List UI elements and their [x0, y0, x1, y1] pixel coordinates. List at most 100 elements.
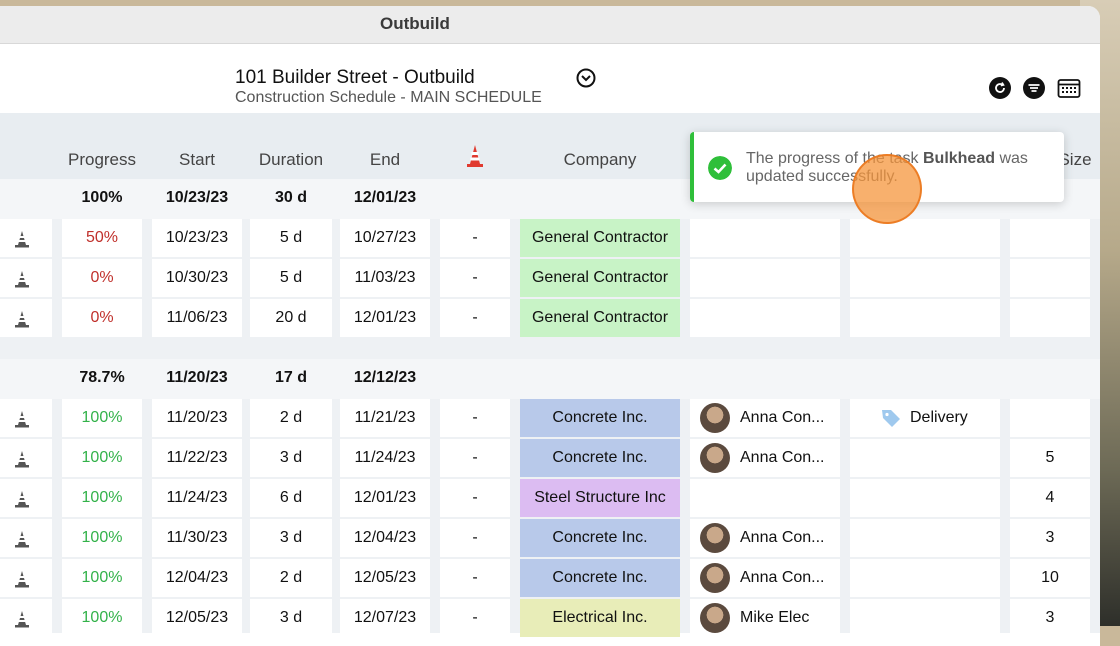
end-date-cell[interactable]: 11/03/23 — [340, 259, 430, 297]
constraint-cone-icon[interactable] — [12, 489, 32, 509]
row-constraint-cell[interactable] — [0, 259, 52, 297]
progress-cell[interactable]: 0% — [62, 259, 142, 297]
start-date-cell[interactable]: 11/30/23 — [152, 519, 242, 557]
end-date-cell[interactable]: 12/07/23 — [340, 599, 430, 637]
column-header-end[interactable]: End — [340, 150, 430, 170]
duration-cell[interactable]: 3 d — [250, 599, 332, 637]
responsible-cell[interactable] — [690, 479, 840, 517]
size-cell[interactable]: 3 — [1010, 599, 1090, 637]
company-cell[interactable]: Steel Structure Inc — [520, 479, 680, 517]
responsible-cell[interactable]: Anna Con... — [690, 399, 840, 437]
table-row[interactable]: 100% 11/30/23 3 d 12/04/23- Concrete Inc. Ann… — [0, 519, 1100, 559]
size-cell[interactable] — [1010, 399, 1090, 437]
duration-cell[interactable]: 20 d — [250, 299, 332, 337]
end-date-cell[interactable]: 12/05/23 — [340, 559, 430, 597]
responsible-cell[interactable]: Anna Con... — [690, 559, 840, 597]
size-cell[interactable] — [1010, 299, 1090, 337]
constraint-cone-icon[interactable] — [12, 269, 32, 289]
filter-icon[interactable] — [1023, 77, 1045, 99]
end-date-cell[interactable]: 11/24/23 — [340, 439, 430, 477]
table-row[interactable]: 0% 10/30/23 5 d 11/03/23- General Contractor — [0, 259, 1100, 299]
company-cell[interactable]: General Contractor — [520, 259, 680, 297]
size-cell[interactable] — [1010, 259, 1090, 297]
start-date-cell[interactable]: 10/23/23 — [152, 219, 242, 257]
row-constraint-cell[interactable] — [0, 299, 52, 337]
size-cell[interactable] — [1010, 219, 1090, 257]
progress-cell[interactable]: 0% — [62, 299, 142, 337]
responsible-cell[interactable] — [690, 299, 840, 337]
end-date-cell[interactable]: 11/21/23 — [340, 399, 430, 437]
start-date-cell[interactable]: 11/20/23 — [152, 399, 242, 437]
company-cell[interactable]: General Contractor — [520, 299, 680, 337]
size-cell[interactable]: 3 — [1010, 519, 1090, 557]
constraint-cell[interactable]: - — [440, 219, 510, 257]
company-cell[interactable]: Concrete Inc. — [520, 519, 680, 557]
row-constraint-cell[interactable] — [0, 559, 52, 597]
progress-cell[interactable]: 100% — [62, 599, 142, 637]
end-date-cell[interactable]: 12/01/23 — [340, 479, 430, 517]
size-cell[interactable]: 4 — [1010, 479, 1090, 517]
tag-cell[interactable] — [850, 599, 1000, 637]
tag-cell[interactable] — [850, 559, 1000, 597]
chevron-down-icon[interactable] — [576, 68, 596, 88]
constraint-cell[interactable]: - — [440, 479, 510, 517]
progress-cell[interactable]: 100% — [62, 519, 142, 557]
constraint-cell[interactable]: - — [440, 519, 510, 557]
tag-cell[interactable]: Delivery — [850, 399, 1000, 437]
table-row[interactable]: 50% 10/23/23 5 d 10/27/23- General Contracto… — [0, 219, 1100, 259]
table-row[interactable]: 100% 11/22/23 3 d 11/24/23- Concrete Inc. Ann… — [0, 439, 1100, 479]
company-cell[interactable]: Concrete Inc. — [520, 399, 680, 437]
end-date-cell[interactable]: 10/27/23 — [340, 219, 430, 257]
duration-cell[interactable]: 5 d — [250, 219, 332, 257]
table-row[interactable]: 100% 11/20/23 2 d 11/21/23- Concrete Inc. Ann… — [0, 399, 1100, 439]
column-header-progress[interactable]: Progress — [62, 150, 142, 170]
constraint-cone-icon[interactable] — [12, 609, 32, 629]
company-cell[interactable]: Electrical Inc. — [520, 599, 680, 637]
tag-cell[interactable] — [850, 219, 1000, 257]
constraint-cell[interactable]: - — [440, 559, 510, 597]
tag-cell[interactable] — [850, 299, 1000, 337]
duration-cell[interactable]: 5 d — [250, 259, 332, 297]
constraint-cell[interactable]: - — [440, 439, 510, 477]
duration-cell[interactable]: 3 d — [250, 519, 332, 557]
constraint-cell[interactable]: - — [440, 599, 510, 637]
constraint-cone-icon[interactable] — [12, 529, 32, 549]
start-date-cell[interactable]: 11/24/23 — [152, 479, 242, 517]
constraint-cell[interactable]: - — [440, 299, 510, 337]
size-cell[interactable]: 5 — [1010, 439, 1090, 477]
table-row[interactable]: 100% 11/24/23 6 d 12/01/23- Steel Structure … — [0, 479, 1100, 519]
progress-cell[interactable]: 100% — [62, 559, 142, 597]
tag-cell[interactable] — [850, 259, 1000, 297]
tag-cell[interactable] — [850, 519, 1000, 557]
responsible-cell[interactable] — [690, 219, 840, 257]
responsible-cell[interactable]: Anna Con... — [690, 439, 840, 477]
start-date-cell[interactable]: 11/06/23 — [152, 299, 242, 337]
row-constraint-cell[interactable] — [0, 399, 52, 437]
progress-cell[interactable]: 100% — [62, 479, 142, 517]
row-constraint-cell[interactable] — [0, 599, 52, 637]
responsible-cell[interactable]: Anna Con... — [690, 519, 840, 557]
company-cell[interactable]: Concrete Inc. — [520, 439, 680, 477]
refresh-icon[interactable] — [989, 77, 1011, 99]
constraint-cone-icon[interactable] — [464, 144, 486, 168]
start-date-cell[interactable]: 11/22/23 — [152, 439, 242, 477]
end-date-cell[interactable]: 12/04/23 — [340, 519, 430, 557]
responsible-cell[interactable]: Mike Elec — [690, 599, 840, 637]
constraint-cone-icon[interactable] — [12, 229, 32, 249]
constraint-cone-icon[interactable] — [12, 409, 32, 429]
column-header-start[interactable]: Start — [152, 150, 242, 170]
company-cell[interactable]: Concrete Inc. — [520, 559, 680, 597]
row-constraint-cell[interactable] — [0, 519, 52, 557]
table-row[interactable]: 0% 11/06/23 20 d 12/01/23- General Contracto… — [0, 299, 1100, 339]
constraint-cell[interactable]: - — [440, 259, 510, 297]
end-date-cell[interactable]: 12/01/23 — [340, 299, 430, 337]
duration-cell[interactable]: 2 d — [250, 559, 332, 597]
progress-cell[interactable]: 100% — [62, 439, 142, 477]
size-cell[interactable]: 10 — [1010, 559, 1090, 597]
start-date-cell[interactable]: 12/04/23 — [152, 559, 242, 597]
group-row[interactable]: 78.7% 11/20/23 17 d 12/12/23 — [0, 359, 1100, 399]
progress-cell[interactable]: 100% — [62, 399, 142, 437]
column-header-duration[interactable]: Duration — [250, 150, 332, 170]
constraint-cone-icon[interactable] — [12, 449, 32, 469]
duration-cell[interactable]: 2 d — [250, 399, 332, 437]
